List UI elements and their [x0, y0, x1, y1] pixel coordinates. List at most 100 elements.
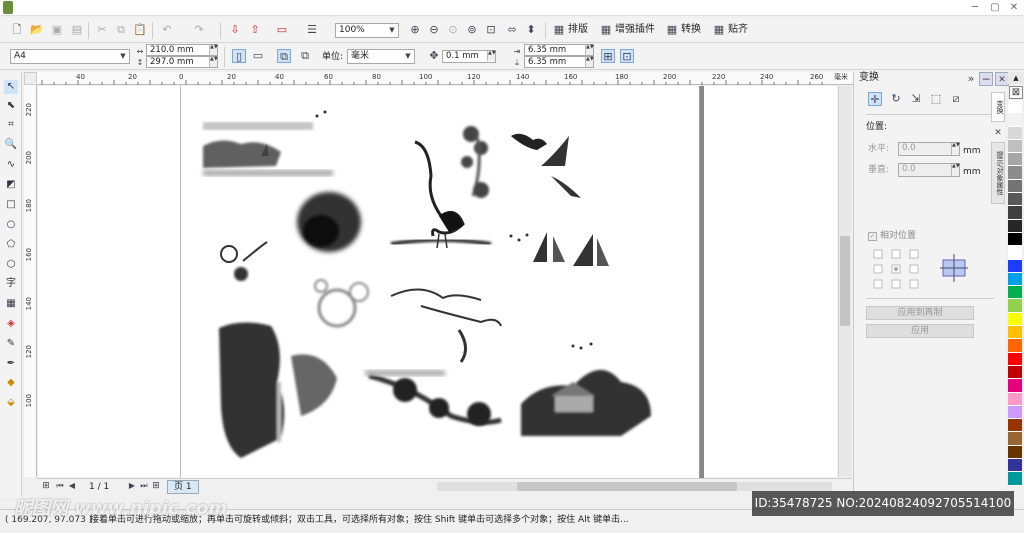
- ink-pine-tree[interactable]: [365, 370, 502, 426]
- docker-minimize-icon[interactable]: ─: [979, 72, 993, 86]
- page-tab[interactable]: 页 1: [167, 480, 199, 494]
- color-swatch[interactable]: [1008, 472, 1022, 486]
- minimize-button[interactable]: ─: [966, 1, 984, 14]
- text-tool-icon[interactable]: 字: [4, 277, 18, 291]
- color-swatch[interactable]: [1008, 272, 1022, 287]
- ink-artwork[interactable]: [181, 86, 701, 480]
- palette-scroll-up-icon[interactable]: ▲: [1008, 72, 1024, 84]
- smart-fill-icon[interactable]: ◩: [4, 178, 18, 192]
- fill-tool-icon[interactable]: ◆: [4, 376, 18, 390]
- layout-icon[interactable]: ▦: [552, 23, 566, 37]
- basic-shapes-icon[interactable]: ⬡: [4, 258, 18, 272]
- publish-pdf-icon[interactable]: ▭: [275, 23, 289, 37]
- landscape-icon[interactable]: ▭: [251, 49, 265, 63]
- position-mode-icon[interactable]: ✛: [868, 92, 882, 106]
- outline-tool-icon[interactable]: ✒: [4, 357, 18, 371]
- h-scroll-thumb[interactable]: [517, 482, 737, 491]
- pick-tool-icon[interactable]: ↖: [4, 80, 18, 94]
- convert-icon[interactable]: ▦: [665, 23, 679, 37]
- current-page-icon[interactable]: ⧉: [298, 49, 312, 63]
- color-swatch[interactable]: [1008, 100, 1022, 114]
- vertical-field[interactable]: 0.0 ▲▼: [898, 163, 960, 177]
- portrait-icon[interactable]: ▯: [232, 49, 246, 63]
- ink-sailboats[interactable]: [491, 232, 631, 283]
- color-swatch[interactable]: [1008, 432, 1022, 446]
- color-swatch[interactable]: [1008, 219, 1022, 233]
- zoom-tool-icon[interactable]: 🔍: [4, 138, 18, 152]
- docker-collapse-icon[interactable]: »: [964, 72, 978, 86]
- page-add-icon[interactable]: ⊞: [39, 479, 53, 493]
- skew-mode-icon[interactable]: ⧄: [949, 92, 963, 106]
- color-swatch[interactable]: [1008, 299, 1022, 313]
- docker-tab-transform[interactable]: 变换: [991, 92, 1005, 122]
- import-icon[interactable]: ⇩: [228, 23, 242, 37]
- polygon-tool-icon[interactable]: ⬠: [4, 238, 18, 252]
- color-swatch[interactable]: [1008, 419, 1022, 433]
- duplicate-x-field[interactable]: 6.35 mm ▲▼: [524, 44, 594, 56]
- nudge-field[interactable]: 0.1 mm ▲▼: [442, 50, 496, 63]
- zoom-height-icon[interactable]: ⬍: [524, 23, 538, 37]
- ink-flower[interactable]: [220, 241, 268, 281]
- eyedropper-tool-icon[interactable]: ✎: [4, 337, 18, 351]
- paste-icon[interactable]: 📋: [133, 23, 147, 37]
- color-swatch[interactable]: [1008, 153, 1022, 167]
- color-swatch[interactable]: [1008, 339, 1022, 353]
- color-swatch[interactable]: [1008, 286, 1022, 300]
- save-icon[interactable]: ▣: [50, 23, 64, 37]
- close-button[interactable]: ✕: [1005, 1, 1023, 14]
- apply-button[interactable]: 应用: [866, 324, 974, 338]
- color-swatch[interactable]: [1008, 193, 1022, 207]
- relative-checkbox[interactable]: ✓: [868, 232, 877, 241]
- copy-icon[interactable]: ⧉: [114, 23, 128, 37]
- zoom-width-icon[interactable]: ⬄: [505, 23, 519, 37]
- no-color-swatch[interactable]: ⊠: [1009, 86, 1023, 99]
- color-swatch[interactable]: [1008, 379, 1022, 393]
- interactive-fill-icon[interactable]: ⬙: [4, 396, 18, 410]
- export-icon[interactable]: ⇧: [248, 23, 262, 37]
- zoom-out-icon[interactable]: ⊖: [427, 23, 441, 37]
- horizontal-field[interactable]: 0.0 ▲▼: [898, 142, 960, 156]
- ink-house-scene[interactable]: [521, 369, 651, 436]
- freehand-tool-icon[interactable]: ∿: [4, 158, 18, 172]
- color-swatch[interactable]: [1008, 246, 1022, 260]
- color-swatch[interactable]: [1008, 113, 1022, 127]
- ink-blot[interactable]: [297, 192, 361, 252]
- page-border-icon[interactable]: ⊡: [620, 49, 634, 63]
- color-swatch[interactable]: [1008, 326, 1022, 340]
- unit-select[interactable]: 毫米 ▼: [347, 49, 415, 64]
- zoom-in-icon[interactable]: ⊕: [408, 23, 422, 37]
- maximize-button[interactable]: ▢: [986, 1, 1004, 14]
- ink-waterfall-landscape[interactable]: [219, 322, 337, 458]
- snap-icon[interactable]: ▦: [712, 23, 726, 37]
- table-tool-icon[interactable]: ▦: [4, 297, 18, 311]
- document-page[interactable]: [180, 86, 700, 480]
- size-mode-icon[interactable]: ⬚: [929, 92, 943, 106]
- apply-to-duplicate-button[interactable]: 应用到再制: [866, 306, 974, 320]
- zoom-selected-icon[interactable]: ⊙: [446, 23, 460, 37]
- ink-landscape-strip[interactable]: [203, 122, 333, 176]
- color-swatch[interactable]: [1008, 232, 1022, 247]
- color-swatch[interactable]: [1008, 445, 1022, 460]
- redo-icon[interactable]: ↷: [192, 23, 206, 37]
- menu-plugins[interactable]: 增强插件: [615, 24, 655, 36]
- new-icon[interactable]: 🗋: [10, 23, 24, 37]
- open-icon[interactable]: 📂: [30, 23, 44, 37]
- print-icon[interactable]: ▤: [70, 23, 84, 37]
- docker-tab-hints[interactable]: 提示/对象属性: [991, 142, 1005, 204]
- horizontal-scrollbar[interactable]: [437, 482, 832, 491]
- vertical-ruler[interactable]: 220 200 180 160 140 120 100: [24, 85, 37, 477]
- color-swatch[interactable]: [1008, 139, 1022, 154]
- color-swatch[interactable]: [1008, 392, 1022, 406]
- page-add-after-icon[interactable]: ⊞: [149, 479, 163, 493]
- docker-close-icon[interactable]: ✕: [995, 72, 1009, 86]
- menu-snap[interactable]: 贴齐: [728, 24, 748, 36]
- duplicate-y-field[interactable]: 6.35 mm ▲▼: [524, 56, 594, 68]
- horizontal-ruler[interactable]: 40 20 0 20 40 60 80 100 120 140 160 180 …: [37, 72, 854, 85]
- rotate-mode-icon[interactable]: ↻: [889, 92, 903, 106]
- shape-tool-icon[interactable]: ⬉: [4, 99, 18, 113]
- menu-layout[interactable]: 排版: [568, 24, 588, 36]
- ellipse-tool-icon[interactable]: ○: [4, 218, 18, 232]
- ruler-corner[interactable]: [24, 72, 37, 85]
- ink-circles[interactable]: [314, 279, 369, 328]
- page-width-field[interactable]: 210.0 mm ▲▼: [146, 44, 218, 56]
